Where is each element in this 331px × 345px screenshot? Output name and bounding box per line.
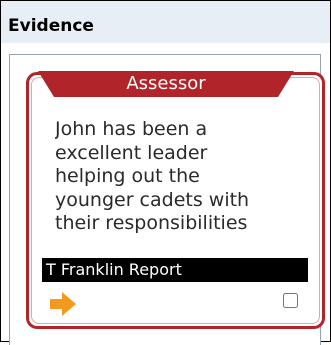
arrow-right-icon-shape [50, 292, 76, 316]
arrow-right-icon[interactable] [50, 292, 76, 316]
report-label: T Franklin Report [46, 260, 182, 279]
card-role-tab: Assessor [38, 71, 294, 97]
report-label-bar: T Franklin Report [42, 258, 308, 282]
card-role-label: Assessor [126, 73, 206, 94]
panel-title: Evidence [8, 16, 94, 36]
evidence-text: John has been a excellent leader helping… [55, 118, 250, 234]
panel-header: Evidence [1, 1, 330, 43]
evidence-text-container: John has been a excellent leader helping… [55, 118, 290, 260]
select-checkbox[interactable] [283, 293, 298, 308]
